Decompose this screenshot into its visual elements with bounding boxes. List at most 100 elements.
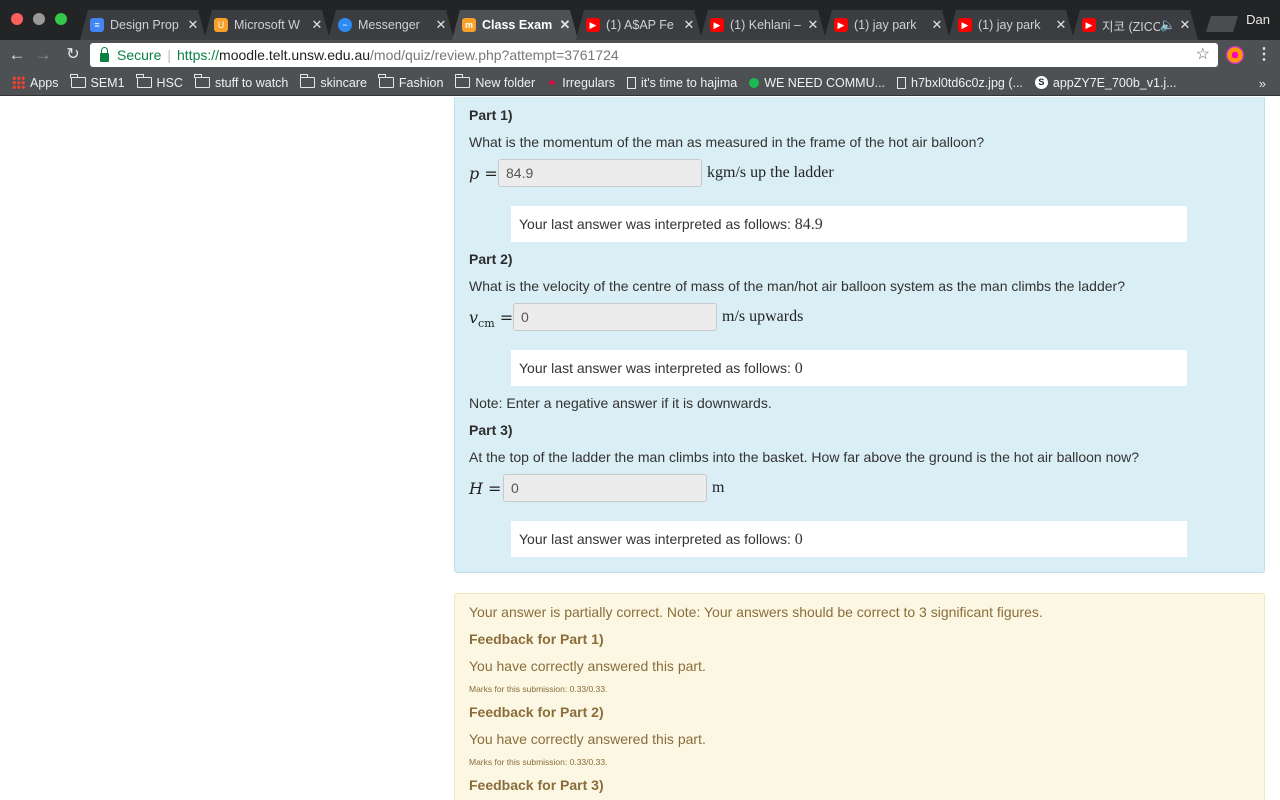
part-1-heading: Part 1) [469, 107, 513, 123]
office-icon: U [214, 18, 228, 32]
part-2-symbol: vcm = [469, 308, 514, 331]
close-tab-icon[interactable]: ✕ [682, 17, 696, 33]
tab-kehlani[interactable]: ▶ (1) Kehlani – ✕ [700, 10, 826, 40]
close-tab-icon[interactable]: ✕ [1054, 17, 1068, 33]
profile-name[interactable]: Dan [1246, 12, 1270, 27]
part-2-answer-input[interactable]: 0 [513, 303, 717, 331]
part-3-heading: Part 3) [469, 422, 513, 438]
part-1-unit: kgm/s up the ladder [707, 164, 834, 181]
part-2-question: What is the velocity of the centre of ma… [469, 278, 1125, 294]
bookmark-stuff-to-watch[interactable]: stuff to watch [194, 74, 288, 90]
part-2-interpretation: Your last answer was interpreted as foll… [511, 350, 1187, 386]
close-tab-icon[interactable]: ✕ [310, 17, 324, 33]
moodle-icon: m [462, 18, 476, 32]
part-2-heading: Part 2) [469, 251, 513, 267]
youtube-icon: ▶ [834, 18, 848, 32]
bookmark-apps[interactable]: Apps [12, 76, 59, 90]
part-1-interpretation: Your last answer was interpreted as foll… [511, 206, 1187, 242]
spotify-icon [749, 77, 760, 88]
bookmark-fashion[interactable]: Fashion [378, 74, 443, 90]
tab-asap[interactable]: ▶ (1) A$AP Fe ✕ [576, 10, 702, 40]
tab-jay-park-2[interactable]: ▶ (1) jay park ✕ [948, 10, 1074, 40]
bookmark-hajima[interactable]: it's time to hajima [627, 76, 737, 90]
more-bookmarks-icon[interactable]: » [1259, 76, 1266, 91]
site-icon: ✦ [547, 75, 558, 90]
page-icon [897, 76, 907, 89]
url-path: /mod/quiz/review.php?attempt=3761724 [370, 47, 619, 63]
bookmarks-bar: Apps SEM1 HSC stuff to watch skincare Fa… [0, 70, 1280, 96]
folder-icon [299, 74, 316, 88]
part-1-symbol: p = [469, 164, 498, 183]
bookmark-hsc[interactable]: HSC [136, 74, 183, 90]
close-window-button[interactable] [11, 13, 23, 25]
menu-icon[interactable]: ⋮ [1256, 44, 1272, 64]
close-tab-icon[interactable]: ✕ [1178, 17, 1192, 33]
feedback-part-3-heading: Feedback for Part 3) [469, 777, 604, 793]
part-3-unit: m [712, 479, 725, 496]
s-icon: S [1034, 76, 1048, 89]
bookmark-irregulars[interactable]: ✦ Irregulars [547, 76, 615, 90]
reload-icon[interactable]: ↻ [62, 44, 84, 66]
part-3-answer-input[interactable]: 0 [503, 474, 707, 502]
tab-microsoft[interactable]: U Microsoft W ✕ [204, 10, 330, 40]
page-content: Part 1) What is the momentum of the man … [0, 97, 1280, 800]
url-host: moodle.telt.unsw.edu.au [219, 47, 371, 63]
tab-class-exam[interactable]: m Class Exam ✕ [452, 10, 578, 40]
lock-icon [100, 46, 109, 62]
folder-icon [136, 74, 152, 88]
bookmark-skincare[interactable]: skincare [299, 74, 367, 90]
part-3-interpretation: Your last answer was interpreted as foll… [511, 521, 1187, 557]
messenger-icon: ~ [338, 18, 352, 32]
tab-messenger[interactable]: ~ Messenger ✕ [328, 10, 454, 40]
youtube-icon: ▶ [586, 18, 600, 32]
feedback-part-1-heading: Feedback for Part 1) [469, 631, 604, 647]
bookmark-star-icon[interactable]: ☆ [1196, 44, 1210, 64]
part-3-question: At the top of the ladder the man climbs … [469, 449, 1140, 465]
close-tab-icon[interactable]: ✕ [186, 17, 200, 33]
close-tab-icon[interactable]: ✕ [930, 17, 944, 33]
new-tab-button[interactable] [1206, 16, 1238, 32]
youtube-icon: ▶ [1082, 18, 1096, 32]
feedback-part-1-marks: Marks for this submission: 0.33/0.33. [469, 684, 608, 694]
part-1-answer-input[interactable]: 84.9 [498, 159, 702, 187]
close-tab-icon[interactable]: ✕ [434, 17, 448, 33]
feedback-part-2-text: You have correctly answered this part. [469, 731, 706, 747]
folder-icon [378, 74, 394, 88]
part-3-symbol: H = [469, 479, 502, 498]
back-icon[interactable]: ← [6, 44, 28, 66]
forward-icon[interactable]: → [32, 44, 54, 66]
youtube-icon: ▶ [958, 18, 972, 32]
toolbar: ← → ↻ Secure | https://moodle.telt.unsw.… [0, 40, 1280, 70]
part-2-unit: m/s upwards [722, 308, 804, 325]
feedback-box [454, 593, 1265, 800]
bookmark-sem1[interactable]: SEM1 [70, 74, 125, 90]
address-separator: | [167, 47, 171, 63]
bookmark-new-folder[interactable]: New folder [454, 74, 535, 90]
bookmark-jpg[interactable]: h7bxl0td6c0z.jpg (... [897, 76, 1023, 90]
tab-zico[interactable]: ▶ 지코 (ZICO 🔈 ✕ [1072, 10, 1198, 40]
speaker-icon: 🔈 [1159, 17, 1176, 32]
address-bar[interactable]: Secure | https://moodle.telt.unsw.edu.au… [90, 43, 1218, 67]
bookmark-app[interactable]: SappZY7E_700b_v1.j... [1034, 76, 1177, 90]
part-1-question: What is the momentum of the man as measu… [469, 134, 985, 150]
feedback-summary: Your answer is partially correct. Note: … [469, 604, 1043, 620]
minimize-window-button[interactable] [33, 13, 45, 25]
folder-icon [194, 74, 210, 88]
page-icon [627, 76, 637, 89]
tab-jay-park-1[interactable]: ▶ (1) jay park ✕ [824, 10, 950, 40]
close-tab-icon[interactable]: ✕ [806, 17, 820, 33]
part-2-note: Note: Enter a negative answer if it is d… [469, 395, 772, 411]
folder-icon [454, 74, 471, 88]
docs-icon: ≡ [90, 18, 104, 32]
apps-icon [12, 76, 25, 89]
secure-label: Secure [117, 47, 162, 63]
extension-icon[interactable] [1226, 46, 1244, 64]
close-tab-icon[interactable]: ✕ [558, 17, 572, 33]
tab-design-prop[interactable]: ≡ Design Prop ✕ [80, 10, 206, 40]
bookmark-we-need-commu[interactable]: WE NEED COMMU... [749, 76, 885, 90]
youtube-icon: ▶ [710, 18, 724, 32]
feedback-part-2-marks: Marks for this submission: 0.33/0.33. [469, 757, 608, 767]
maximize-window-button[interactable] [55, 13, 67, 25]
tab-strip: ≡ Design Prop ✕ U Microsoft W ✕ ~ Messen… [0, 0, 1280, 40]
url-scheme: https:// [177, 47, 220, 63]
